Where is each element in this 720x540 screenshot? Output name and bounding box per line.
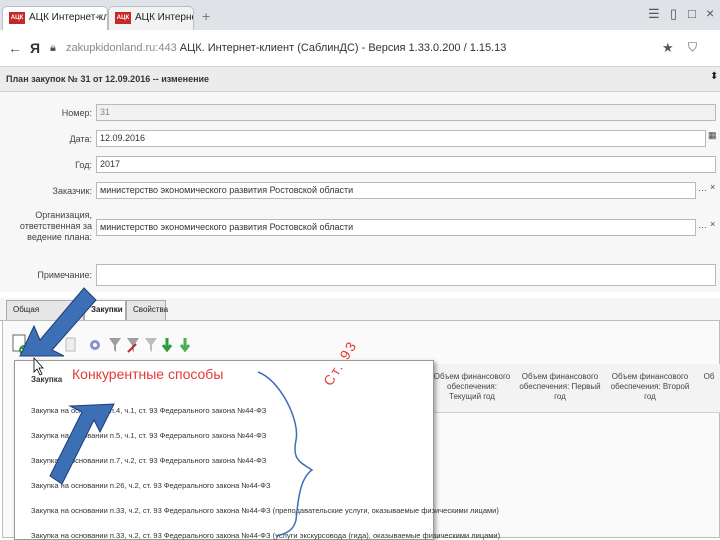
annotation-overlay — [19, 287, 314, 537]
mouse-cursor-icon — [33, 356, 44, 376]
arrow-pointer — [49, 403, 115, 485]
arrow-pointer — [19, 287, 97, 357]
bracket-shape — [257, 371, 314, 537]
